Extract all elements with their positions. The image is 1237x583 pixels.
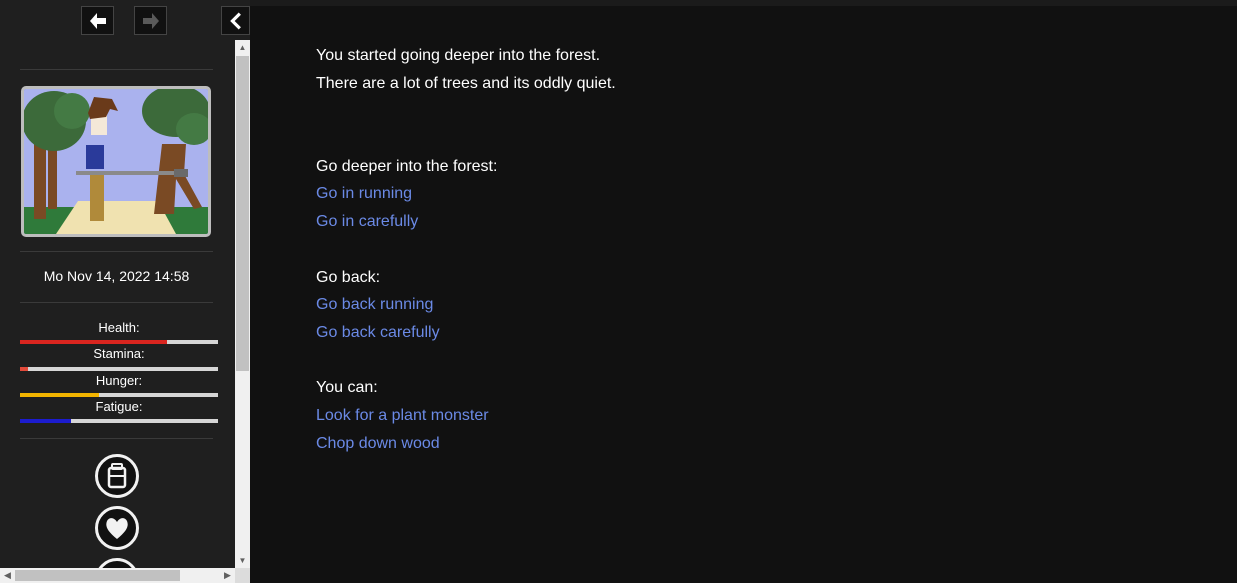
stamina-bar <box>20 367 218 371</box>
choice-link[interactable]: Go in running <box>316 180 1196 208</box>
arrow-left-icon <box>89 12 106 29</box>
scrollbar-corner <box>235 568 250 583</box>
forest-scene-image <box>24 89 208 234</box>
heart-icon <box>106 518 128 539</box>
stamina-bar-fill <box>20 367 28 371</box>
hunger-bar <box>20 393 218 397</box>
health-bar <box>20 340 218 344</box>
choice-link[interactable]: Go back carefully <box>316 319 1196 347</box>
choice-link[interactable]: Go in carefully <box>316 208 1196 236</box>
passage-text: You started going deeper into the forest… <box>316 47 601 64</box>
fatigue-bar-fill <box>20 419 72 423</box>
scrollbar-thumb[interactable] <box>236 56 249 371</box>
fatigue-bar <box>20 419 218 423</box>
hunger-label: Hunger: <box>95 373 143 388</box>
choice-link[interactable]: Chop down wood <box>316 430 1196 458</box>
sidebar-horizontal-scrollbar[interactable]: ◀ ▶ <box>0 568 235 583</box>
chevron-left-icon <box>229 11 241 30</box>
game-datetime: Mo Nov 14, 2022 14:58 <box>43 268 190 284</box>
backpack-icon <box>107 463 127 489</box>
sidebar: Mo Nov 14, 2022 14:58 Health: Stamina: H… <box>0 0 250 583</box>
fatigue-label: Fatigue: <box>95 399 143 414</box>
character-button[interactable] <box>95 558 139 568</box>
top-bar <box>250 0 1237 6</box>
scroll-right-arrow[interactable]: ▶ <box>220 568 235 583</box>
section-heading: Go back: <box>316 268 381 286</box>
choice-link[interactable]: Look for a plant monster <box>316 402 1196 430</box>
section-heading: Go deeper into the forest: <box>316 157 498 175</box>
divider <box>20 438 213 439</box>
scroll-down-arrow[interactable]: ▼ <box>235 553 250 568</box>
hunger-bar-fill <box>20 393 100 397</box>
divider <box>20 251 213 252</box>
health-label: Health: <box>98 320 140 335</box>
scroll-up-arrow[interactable]: ▲ <box>235 40 250 55</box>
back-arrow-button[interactable] <box>81 6 114 35</box>
divider <box>20 302 213 303</box>
divider <box>20 69 213 70</box>
stamina-label: Stamina: <box>93 346 145 361</box>
collapse-sidebar-button[interactable] <box>221 6 250 35</box>
arrow-right-icon <box>142 12 159 29</box>
character-portrait <box>21 86 211 237</box>
choice-link[interactable]: Go back running <box>316 291 1196 319</box>
sidebar-vertical-scrollbar[interactable]: ▲ ▼ <box>235 40 250 568</box>
health-bar-fill <box>20 340 167 344</box>
inventory-button[interactable] <box>95 454 139 498</box>
passage-text: There are a lot of trees and its oddly q… <box>316 74 616 92</box>
scrollbar-thumb[interactable] <box>15 570 180 581</box>
sidebar-content: Mo Nov 14, 2022 14:58 Health: Stamina: H… <box>0 40 235 568</box>
health-status-button[interactable] <box>95 506 139 550</box>
forward-arrow-button[interactable] <box>134 6 167 35</box>
passage: You started going deeper into the forest… <box>316 42 1196 457</box>
scroll-left-arrow[interactable]: ◀ <box>0 568 15 583</box>
section-heading: You can: <box>316 379 378 397</box>
